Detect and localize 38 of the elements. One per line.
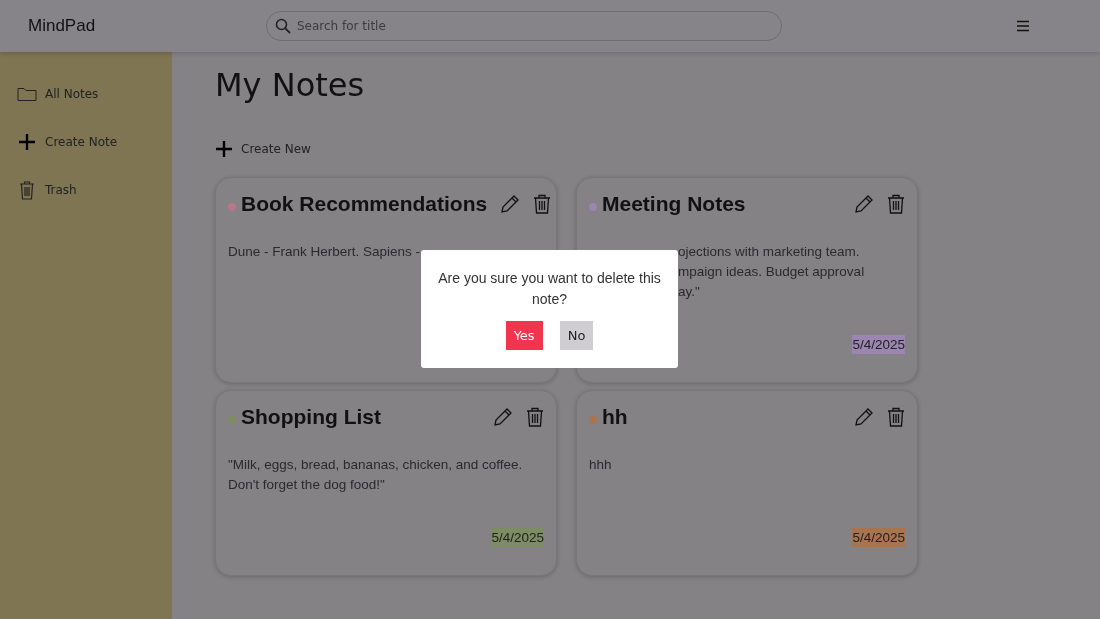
pencil-icon[interactable] bbox=[493, 407, 513, 427]
no-button[interactable]: No bbox=[559, 321, 594, 350]
sidebar-item[interactable]: Create Note bbox=[0, 118, 172, 166]
sidebar-item[interactable]: Trash bbox=[0, 166, 172, 214]
trash-icon[interactable] bbox=[887, 194, 905, 214]
note-text-line: mpaign ideas. Budget approval bbox=[678, 263, 865, 281]
app-logo: MindPad bbox=[28, 16, 97, 36]
note-text-line: Don't forget the dog food!" bbox=[228, 476, 385, 494]
pencil-icon[interactable] bbox=[854, 407, 874, 427]
note-text-line: ojections with marketing team. bbox=[678, 243, 860, 261]
trash-icon[interactable] bbox=[526, 407, 544, 427]
pencil-icon[interactable] bbox=[500, 194, 521, 214]
create-new-button[interactable]: Create New bbox=[215, 140, 311, 158]
trash-icon[interactable] bbox=[533, 194, 552, 214]
pencil-icon[interactable] bbox=[854, 194, 874, 214]
yes-button[interactable]: Yes bbox=[505, 321, 543, 350]
menu-icon[interactable] bbox=[1016, 20, 1030, 32]
note-title: Book Recommendations bbox=[241, 192, 488, 216]
note-title: Meeting Notes bbox=[602, 192, 747, 216]
trash-icon[interactable] bbox=[887, 407, 905, 427]
search-field[interactable]: Search for title bbox=[266, 11, 782, 41]
note-text-line: "Milk, eggs, bread, bananas, chicken, and coffee. bbox=[228, 456, 523, 474]
date-label: 5/4/2025 bbox=[852, 335, 905, 354]
date-label: 5/4/2025 bbox=[491, 528, 544, 547]
search-icon bbox=[275, 18, 291, 34]
note-title: hh bbox=[602, 405, 629, 429]
folder-icon bbox=[17, 86, 37, 102]
dialog-message: Are you sure you want to delete this note? bbox=[437, 269, 662, 309]
note-title: Shopping List bbox=[241, 405, 382, 429]
sidebar-item[interactable]: All Notes bbox=[0, 70, 172, 118]
note-text-line: hhh bbox=[589, 456, 612, 474]
page-title: My Notes bbox=[215, 66, 366, 104]
note-text-line: ay." bbox=[678, 283, 700, 301]
plus-icon bbox=[215, 140, 233, 158]
date-label: 5/4/2025 bbox=[852, 528, 905, 547]
plus-icon bbox=[17, 133, 37, 151]
trash-icon bbox=[17, 180, 37, 200]
note-text-line: Dune - Frank Herbert. Sapiens - bbox=[228, 243, 421, 261]
